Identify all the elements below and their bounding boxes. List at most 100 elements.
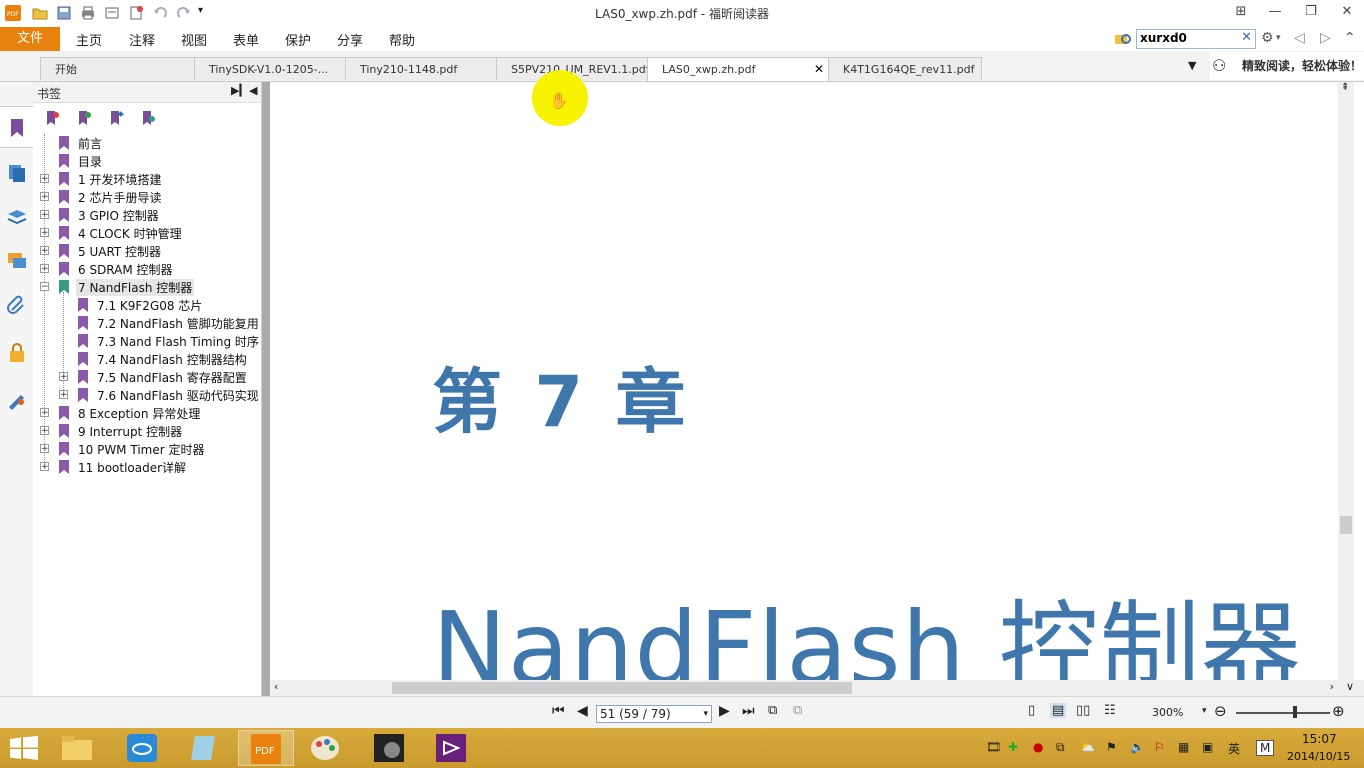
expand-icon[interactable]: +: [40, 408, 49, 418]
taskbar-media[interactable]: [362, 730, 418, 766]
menu-home[interactable]: 主页: [76, 30, 102, 49]
expand-icon[interactable]: +: [40, 246, 49, 256]
search-clear-icon[interactable]: ✕: [1241, 30, 1252, 45]
panel-collapse-icon[interactable]: ◀: [249, 84, 257, 97]
settings-gear-icon[interactable]: ⚙: [1261, 30, 1274, 46]
attachments-panel-icon[interactable]: [6, 294, 28, 316]
tray-plus-icon[interactable]: ✚: [1008, 740, 1018, 754]
expand-icon[interactable]: +: [40, 210, 49, 220]
continuous-page-icon[interactable]: ▤: [1050, 703, 1067, 718]
zoom-dropdown-icon[interactable]: ▾: [1202, 706, 1207, 716]
close-button[interactable]: ✕: [1334, 3, 1360, 21]
taskbar-visual-studio[interactable]: [424, 730, 480, 766]
layers-panel-icon[interactable]: [6, 206, 28, 228]
tray-window-icon[interactable]: ⧉: [1056, 740, 1065, 755]
tab-las0-active[interactable]: LAS0_xwp.zh.pdf ✕: [647, 57, 829, 81]
taskbar-foxit-active[interactable]: PDF: [238, 730, 294, 766]
zoom-out-icon[interactable]: ⊖: [1214, 702, 1227, 720]
tray-volume-icon[interactable]: 🔈: [1130, 740, 1145, 754]
scroll-right-icon[interactable]: ›: [1330, 680, 1334, 693]
taskbar-cloud[interactable]: [114, 730, 170, 766]
next-view-icon[interactable]: ⧉: [793, 703, 802, 718]
add-bookmark-icon[interactable]: [76, 110, 92, 126]
expand-icon[interactable]: +: [40, 228, 49, 238]
delete-bookmark-icon[interactable]: [44, 110, 60, 126]
expand-icon[interactable]: +: [40, 444, 49, 454]
ime-language[interactable]: 英: [1228, 740, 1240, 757]
expand-icon[interactable]: +: [40, 426, 49, 436]
tab-list-dropdown-icon[interactable]: ▼: [1188, 59, 1196, 72]
expand-icon[interactable]: +: [59, 390, 68, 400]
zoom-level[interactable]: 300%: [1152, 706, 1183, 719]
taskbar-paint[interactable]: [298, 730, 354, 766]
tab-start[interactable]: 开始: [40, 57, 196, 80]
comments-panel-icon[interactable]: [6, 250, 28, 272]
horizontal-scrollbar[interactable]: ‹ ›: [270, 680, 1338, 696]
scroll-down-icon[interactable]: ∨: [1346, 680, 1354, 693]
ime-mode[interactable]: M: [1256, 740, 1275, 756]
taskbar-notes[interactable]: [176, 730, 232, 766]
goto-bookmark-icon[interactable]: [108, 110, 124, 126]
panel-splitter[interactable]: [262, 82, 270, 696]
file-menu[interactable]: 文件: [0, 27, 60, 51]
prev-page-icon[interactable]: ◀: [577, 703, 588, 719]
tray-network-icon[interactable]: ⛅: [1080, 740, 1095, 754]
first-page-icon[interactable]: ⏮: [552, 703, 565, 719]
bookmark-tab-active[interactable]: [0, 106, 33, 148]
clock-date[interactable]: 2014/10/15: [1287, 750, 1350, 763]
tray-signal-icon[interactable]: ▦: [1178, 740, 1189, 754]
tray-flag-icon[interactable]: ⚑: [1106, 740, 1117, 754]
expand-icon[interactable]: +: [40, 174, 49, 184]
expand-icon[interactable]: +: [40, 192, 49, 202]
search-next-icon[interactable]: ▷: [1320, 30, 1331, 46]
tab-tinysdk[interactable]: TinySDK-V1.0-1205-...: [194, 57, 346, 80]
continuous-facing-icon[interactable]: ☷: [1104, 703, 1116, 718]
page-number-input[interactable]: 51 (59 / 79) ▾: [596, 705, 712, 723]
start-button-icon[interactable]: [10, 736, 38, 760]
zoom-slider-thumb[interactable]: [1293, 706, 1297, 718]
tab-k4t1g164qe[interactable]: K4T1G164QE_rev11.pdf: [828, 57, 982, 80]
page-dropdown-icon[interactable]: ▾: [703, 706, 708, 722]
menu-help[interactable]: 帮助: [389, 30, 415, 49]
horizontal-scroll-thumb[interactable]: [392, 682, 852, 694]
taskbar-explorer[interactable]: [50, 730, 106, 766]
panel-expand-icon[interactable]: ▶▎: [231, 84, 248, 97]
expand-icon[interactable]: +: [59, 372, 68, 382]
search-input[interactable]: xurxd0 ✕: [1136, 29, 1256, 49]
pages-panel-icon[interactable]: [6, 162, 28, 184]
expand-icon[interactable]: +: [40, 462, 49, 472]
zoom-slider[interactable]: [1236, 712, 1330, 714]
single-page-icon[interactable]: ▯: [1028, 703, 1035, 718]
clock-time[interactable]: 15:07: [1302, 732, 1337, 746]
settings-dropdown-icon[interactable]: ▾: [1276, 33, 1281, 43]
minimize-button[interactable]: —: [1262, 3, 1288, 21]
scroll-left-icon[interactable]: ‹: [274, 680, 278, 693]
find-folder-icon[interactable]: [1114, 30, 1132, 48]
facing-page-icon[interactable]: ▯▯: [1076, 703, 1090, 718]
tab-tiny210[interactable]: Tiny210-1148.pdf: [345, 57, 497, 80]
zoom-in-icon[interactable]: ⊕: [1332, 702, 1345, 720]
layout-icon[interactable]: ⊞: [1228, 3, 1254, 21]
tray-monitor-icon[interactable]: ▣: [1202, 740, 1213, 754]
tab-close-icon[interactable]: ✕: [814, 58, 824, 81]
signature-panel-icon[interactable]: [6, 388, 28, 410]
prev-view-icon[interactable]: ⧉: [768, 703, 777, 718]
last-page-icon[interactable]: ⏭: [742, 703, 755, 719]
restore-button[interactable]: ❐: [1298, 3, 1324, 21]
collapse-icon[interactable]: −: [40, 282, 49, 292]
tray-film-icon[interactable]: 🎞: [986, 740, 1001, 754]
security-lock-icon[interactable]: [6, 342, 28, 364]
menu-comment[interactable]: 注释: [129, 30, 155, 49]
tray-alert-icon[interactable]: ⚐: [1154, 740, 1165, 754]
menu-protect[interactable]: 保护: [285, 30, 311, 49]
ribbon-collapse-icon[interactable]: ⌃: [1344, 30, 1356, 46]
tray-record-icon[interactable]: ●: [1033, 740, 1043, 754]
promo-banner[interactable]: ⚇ 精致阅读，轻松体验！: [1210, 52, 1364, 80]
vertical-scrollbar[interactable]: ⇞: [1338, 82, 1354, 680]
next-page-icon[interactable]: ▶: [719, 703, 730, 719]
search-prev-icon[interactable]: ◁: [1294, 30, 1305, 46]
document-view[interactable]: 第 7 章 NandFlash 控制器 ✋: [270, 70, 1338, 707]
menu-form[interactable]: 表单: [233, 30, 259, 49]
menu-share[interactable]: 分享: [337, 30, 363, 49]
find-bookmark-icon[interactable]: [140, 110, 156, 126]
